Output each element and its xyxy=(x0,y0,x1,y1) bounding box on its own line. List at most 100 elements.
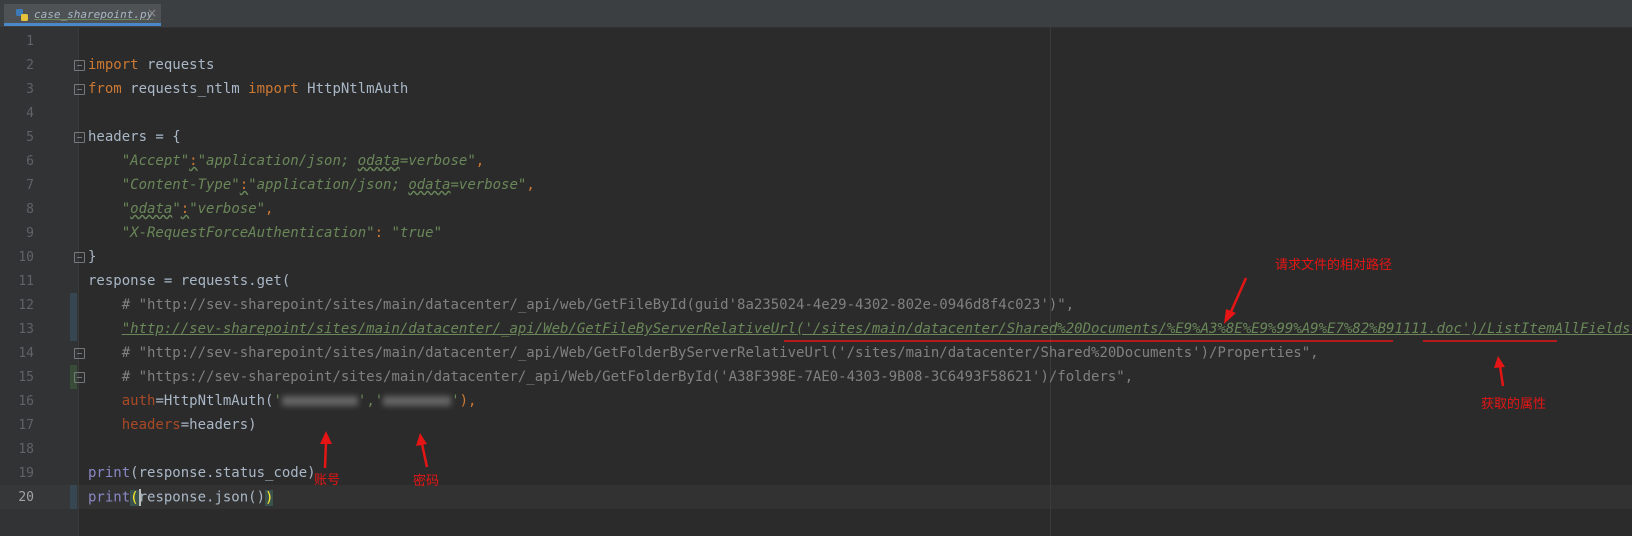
line-number: 14 xyxy=(18,346,34,361)
current-line-highlight xyxy=(79,485,1632,509)
string-literal: ', xyxy=(357,393,375,409)
code-line[interactable]: "http://sev-sharepoint/sites/main/datace… xyxy=(88,321,1632,337)
code-text: =headers) xyxy=(180,417,257,433)
fold-icon[interactable] xyxy=(74,60,85,71)
punctuation: ), xyxy=(459,393,477,409)
string-literal: odata xyxy=(130,201,173,217)
code-text: requests_ntlm xyxy=(121,81,249,97)
gutter-divider xyxy=(78,28,79,536)
keyword: import xyxy=(88,57,139,73)
fold-icon[interactable] xyxy=(74,372,85,383)
line-number: 9 xyxy=(26,226,34,241)
code-line[interactable]: import requests xyxy=(88,57,214,73)
code-line[interactable]: print(response.status_code) xyxy=(88,465,316,481)
code-text: } xyxy=(88,249,97,265)
right-margin-guide xyxy=(1050,28,1051,536)
punctuation: : xyxy=(189,153,198,169)
matched-bracket: ( xyxy=(130,489,139,506)
string-literal: "X-RequestForceAuthentication" xyxy=(121,225,375,241)
string-literal: " xyxy=(121,201,131,217)
editor-tab-bar: case_sharepoint.py × xyxy=(0,0,1632,28)
line-number: 3 xyxy=(26,82,34,97)
line-number: 13 xyxy=(18,322,34,337)
url-string-literal[interactable]: "http://sev-sharepoint/sites/main/datace… xyxy=(122,321,1632,337)
code-line-current[interactable]: print(response.json()) xyxy=(88,489,274,506)
line-number: 17 xyxy=(18,418,34,433)
close-icon[interactable]: × xyxy=(147,6,157,20)
active-tab-indicator xyxy=(4,23,161,26)
code-text: HttpNtlmAuth xyxy=(298,81,409,97)
code-line[interactable]: "Content-Type":"application/json; odata=… xyxy=(88,177,535,193)
punctuation: : xyxy=(239,177,249,193)
line-number: 11 xyxy=(18,274,34,289)
keyword-argument: auth xyxy=(121,393,156,409)
fold-icon[interactable] xyxy=(74,84,85,95)
string-literal: " xyxy=(172,201,181,217)
file-tab[interactable]: case_sharepoint.py × xyxy=(4,4,161,26)
fold-icon[interactable] xyxy=(74,132,85,143)
string-literal: ' xyxy=(273,393,282,409)
code-line[interactable]: # "https://sev-sharepoint/sites/main/dat… xyxy=(88,369,1133,385)
string-literal: =verbose" xyxy=(450,177,527,193)
line-number: 7 xyxy=(26,178,34,193)
code-line[interactable]: } xyxy=(88,249,96,265)
line-number: 10 xyxy=(18,250,34,265)
code-line[interactable]: auth=HttpNtlmAuth(' ',' '), xyxy=(88,393,477,409)
punctuation: : xyxy=(374,225,392,241)
redacted-password xyxy=(383,396,452,406)
code-text: =HttpNtlmAuth( xyxy=(155,393,274,409)
python-file-icon xyxy=(16,9,28,21)
annotation-relative-path: 请求文件的相对路径 xyxy=(1275,258,1393,273)
line-number-current: 20 xyxy=(18,490,34,505)
vcs-modified-marker[interactable] xyxy=(70,485,77,509)
keyword: import xyxy=(248,81,299,97)
line-number: 15 xyxy=(18,370,34,385)
fold-icon[interactable] xyxy=(74,348,85,359)
arrow-account xyxy=(323,441,328,469)
string-literal: odata xyxy=(408,177,451,193)
code-line[interactable]: # "http://sev-sharepoint/sites/main/data… xyxy=(88,345,1319,361)
string-literal: odata xyxy=(357,153,400,169)
file-tab-label: case_sharepoint.py xyxy=(34,8,154,21)
annotation-property: 获取的属性 xyxy=(1481,397,1547,412)
arrow-password xyxy=(420,443,429,468)
code-line[interactable]: "Accept":"application/json; odata=verbos… xyxy=(88,153,484,169)
matched-bracket: ) xyxy=(265,489,274,506)
code-line[interactable]: response = requests.get( xyxy=(88,273,290,289)
arrow-path xyxy=(1228,277,1248,315)
string-literal: "Accept" xyxy=(121,153,190,169)
line-number: 4 xyxy=(26,106,34,121)
arrow-account-head xyxy=(320,431,332,444)
code-line[interactable]: "X-RequestForceAuthentication": "true" xyxy=(88,225,442,241)
code-line[interactable]: "odata":"verbose", xyxy=(88,201,274,217)
code-text: headers = { xyxy=(88,129,181,145)
fold-icon[interactable] xyxy=(74,252,85,263)
builtin-function: print xyxy=(88,489,131,506)
string-literal: "application/json; xyxy=(248,177,409,193)
string-literal: "Content-Type" xyxy=(121,177,240,193)
arrow-password-head xyxy=(416,433,427,446)
code-line[interactable]: headers=headers) xyxy=(88,417,257,433)
string-literal: "verbose" xyxy=(189,201,266,217)
line-number: 12 xyxy=(18,298,34,313)
line-number: 5 xyxy=(26,130,34,145)
code-line[interactable]: from requests_ntlm import HttpNtlmAuth xyxy=(88,81,408,97)
builtin-function: print xyxy=(88,465,131,481)
keyword-argument: headers xyxy=(121,417,181,433)
code-line[interactable]: # "http://sev-sharepoint/sites/main/data… xyxy=(88,297,1074,313)
comment: # "http://sev-sharepoint/sites/main/data… xyxy=(121,345,1319,361)
string-literal: "application/json; xyxy=(197,153,358,169)
string-literal: "true" xyxy=(391,225,443,241)
punctuation: , xyxy=(526,177,535,193)
vcs-modified-marker[interactable] xyxy=(70,293,77,341)
code-text: response.json() xyxy=(138,489,266,506)
line-number: 19 xyxy=(18,466,34,481)
code-line[interactable]: headers = { xyxy=(88,129,181,145)
line-number: 8 xyxy=(26,202,34,217)
